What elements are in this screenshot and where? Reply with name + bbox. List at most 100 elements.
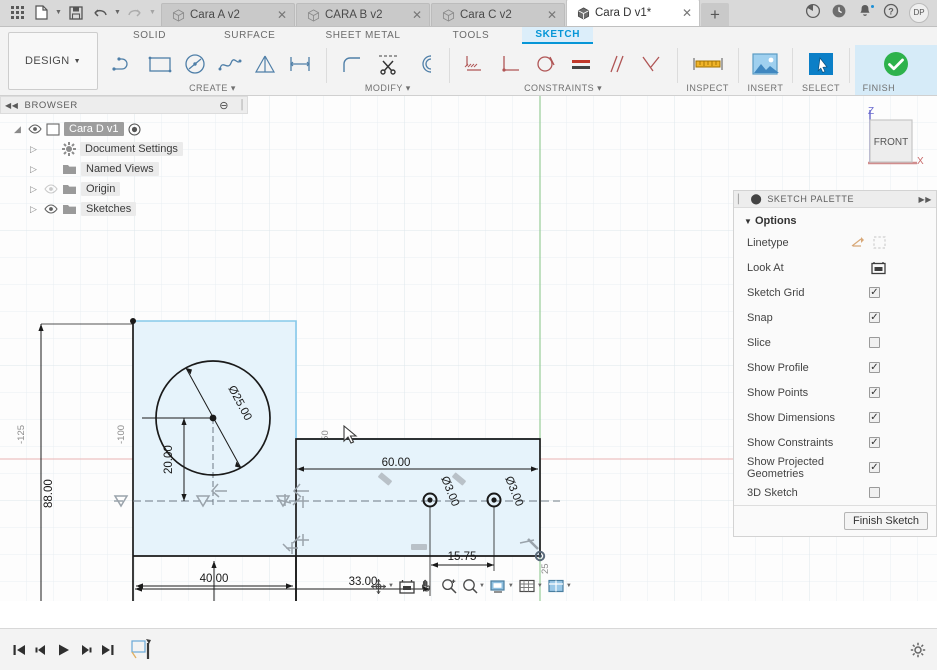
circle-icon[interactable] [178, 47, 212, 81]
insert-image-icon[interactable] [748, 47, 782, 81]
slice-checkbox[interactable] [869, 337, 880, 348]
palette-options-header[interactable]: ▼ Options [734, 208, 936, 230]
palette-dot-icon[interactable]: ⬤ [751, 194, 763, 205]
show-projected-geometries-checkbox[interactable] [869, 462, 880, 473]
sketch-feature-icon[interactable] [128, 637, 158, 663]
panel-resize-handle[interactable]: ▕ [235, 100, 243, 111]
show-points-checkbox[interactable] [869, 387, 880, 398]
measure-icon[interactable] [691, 47, 725, 81]
line-icon[interactable] [108, 47, 142, 81]
3d-sketch-checkbox[interactable] [869, 487, 880, 498]
show-constraints-checkbox[interactable] [869, 437, 880, 448]
document-tab[interactable]: CARA B v2 ✕ [296, 3, 430, 26]
palette-expand-icon[interactable]: ▶▶ [918, 195, 932, 204]
ribbon-tab-solid[interactable]: SOLID [120, 27, 179, 44]
perpendicular-constraint-icon[interactable] [494, 47, 528, 81]
close-tab-icon[interactable]: ✕ [546, 8, 558, 22]
ribbon-group-label-select[interactable]: SELECT ▾ [802, 82, 840, 106]
undo-icon[interactable] [89, 2, 111, 24]
file-icon[interactable] [30, 2, 52, 24]
zoom-icon[interactable] [439, 575, 459, 597]
tree-item-named-views[interactable]: ▷ Named Views [0, 159, 248, 179]
palette-row-show-profile[interactable]: Show Profile [734, 355, 936, 380]
step-back-icon[interactable] [30, 637, 52, 663]
pan-icon[interactable] [418, 575, 438, 597]
help-icon[interactable]: ? [883, 3, 902, 22]
chevron-down-icon[interactable]: ▼ [537, 583, 543, 589]
show-profile-checkbox[interactable] [869, 362, 880, 373]
panel-minimize-icon[interactable]: ⊖ [219, 99, 229, 112]
trim-icon[interactable] [371, 47, 405, 81]
equal-constraint-icon[interactable] [564, 47, 598, 81]
palette-row-3d-sketch[interactable]: 3D Sketch [734, 480, 936, 505]
visibility-eye-icon[interactable] [27, 124, 42, 134]
show-dimensions-checkbox[interactable] [869, 412, 880, 423]
sketch-grid-checkbox[interactable] [869, 287, 880, 298]
go-to-end-icon[interactable] [96, 637, 118, 663]
chevron-down-icon[interactable]: ▼ [479, 583, 485, 589]
expand-arrow-icon[interactable]: ▷ [28, 144, 39, 155]
sketch-canvas[interactable]: -125 -100 -75 -50 25 Ø25.00 2 [0, 96, 937, 601]
ribbon-group-label-constraints[interactable]: CONSTRAINTS ▾ [524, 82, 602, 95]
tree-item-document-settings[interactable]: ▷ Document Settings [0, 139, 248, 159]
parallel-constraint-icon[interactable] [599, 47, 633, 81]
look-at-icon[interactable] [397, 575, 417, 597]
recent-activity-icon[interactable] [831, 3, 850, 22]
snap-checkbox[interactable] [869, 312, 880, 323]
save-icon[interactable] [65, 2, 87, 24]
settings-gear-icon[interactable] [907, 639, 929, 661]
notifications-bell-icon[interactable] [857, 3, 876, 22]
offset-icon[interactable] [406, 47, 440, 81]
rectangle-icon[interactable] [143, 47, 177, 81]
ribbon-tab-sheet-metal[interactable]: SHEET METAL [312, 27, 413, 44]
expand-arrow-icon[interactable]: ▷ [28, 204, 39, 215]
data-panel-icon[interactable] [805, 3, 824, 22]
undo-dropdown-caret[interactable]: ▼ [113, 2, 122, 24]
visibility-eye-icon[interactable] [43, 204, 58, 214]
expand-arrow-icon[interactable]: ▷ [28, 184, 39, 195]
user-avatar[interactable]: DP [909, 2, 929, 23]
chevron-down-icon[interactable]: ▼ [566, 583, 572, 589]
palette-row-show-constraints[interactable]: Show Constraints [734, 430, 936, 455]
palette-grip-icon[interactable]: ▏ [738, 194, 746, 205]
sketch-palette[interactable]: ▏ ⬤ SKETCH PALETTE ▶▶ ▼ Options Linetype… [733, 190, 937, 537]
document-tab-active[interactable]: Cara D v1* ✕ [566, 0, 700, 26]
ribbon-tab-surface[interactable]: SURFACE [211, 27, 288, 44]
symmetry-constraint-icon[interactable] [634, 47, 668, 81]
view-cube[interactable]: Z X FRONT [837, 102, 924, 184]
go-to-beginning-icon[interactable] [8, 637, 30, 663]
activate-component-radio[interactable] [127, 122, 141, 136]
select-cursor-icon[interactable] [804, 47, 838, 81]
palette-row-show-projected-geometries[interactable]: Show Projected Geometries [734, 455, 936, 480]
ribbon-tab-tools[interactable]: TOOLS [440, 27, 503, 44]
palette-row-linetype[interactable]: Linetype [734, 230, 936, 255]
file-dropdown-caret[interactable]: ▼ [54, 2, 63, 24]
tree-item-origin[interactable]: ▷ Origin [0, 179, 248, 199]
step-forward-icon[interactable] [74, 637, 96, 663]
palette-row-sketch-grid[interactable]: Sketch Grid [734, 280, 936, 305]
palette-finish-sketch-button[interactable]: Finish Sketch [843, 512, 928, 530]
palette-row-slice[interactable]: Slice [734, 330, 936, 355]
ribbon-group-label-insert[interactable]: INSERT ▾ [748, 82, 784, 106]
close-tab-icon[interactable]: ✕ [681, 6, 693, 20]
mirror-icon[interactable] [248, 47, 282, 81]
ribbon-group-label-modify[interactable]: MODIFY ▾ [365, 82, 411, 95]
rectangular-pattern-icon[interactable] [283, 47, 317, 81]
close-tab-icon[interactable]: ✕ [411, 8, 423, 22]
palette-row-snap[interactable]: Snap [734, 305, 936, 330]
fix-constraint-icon[interactable] [459, 47, 493, 81]
redo-dropdown-caret[interactable]: ▼ [148, 2, 157, 24]
construction-linetype-icon[interactable] [873, 236, 886, 249]
fit-icon[interactable]: ▼ [460, 575, 487, 597]
chevron-down-icon[interactable]: ▼ [508, 583, 514, 589]
finish-sketch-button[interactable]: FINISH SKETCH ▾ [854, 45, 937, 106]
tree-item-sketches[interactable]: ▷ Sketches [0, 199, 248, 219]
display-settings-icon[interactable]: ▼ [488, 575, 516, 597]
app-grid-icon[interactable] [6, 2, 28, 24]
tree-item-root[interactable]: ◢ Cara D v1 [0, 119, 248, 139]
spline-icon[interactable] [213, 47, 247, 81]
fillet-icon[interactable] [336, 47, 370, 81]
redo-icon[interactable] [124, 2, 146, 24]
workspace-switcher-design[interactable]: DESIGN ▼ [8, 32, 98, 90]
expand-arrow-icon[interactable]: ▷ [28, 164, 39, 175]
